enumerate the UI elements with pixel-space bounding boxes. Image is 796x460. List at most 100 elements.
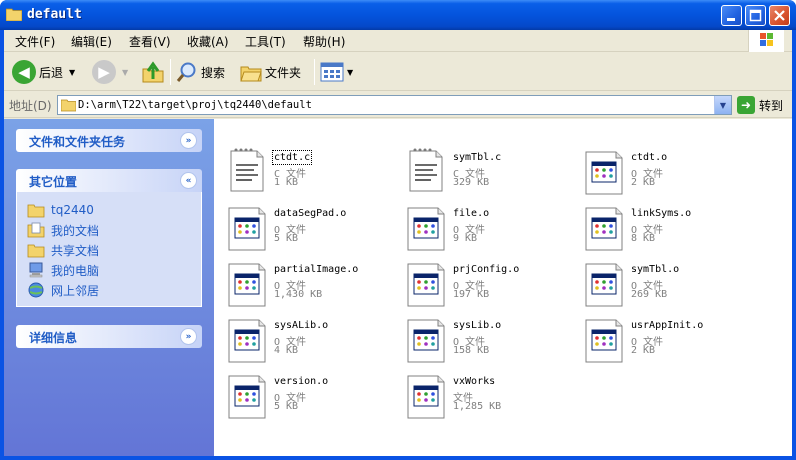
windows-logo xyxy=(748,30,784,52)
object-file-icon xyxy=(227,204,267,252)
file-item[interactable]: linkSyms.o O 文件 8 KB xyxy=(584,207,754,261)
file-size: 5 KB xyxy=(274,233,299,244)
menu-help[interactable]: 帮助(H) xyxy=(300,33,348,50)
address-dropdown-button[interactable]: ▼ xyxy=(714,96,731,114)
go-button[interactable]: ➜ 转到 xyxy=(737,96,783,114)
task-pane: 文件和文件夹任务 » 其它位置 « tq2440 我的文档共享文档我的电脑网上邻居… xyxy=(4,119,214,456)
expand-chevron-icon[interactable]: » xyxy=(180,132,197,149)
file-item[interactable]: usrAppInit.o O 文件 2 KB xyxy=(584,319,754,373)
file-item[interactable]: version.o O 文件 5 KB xyxy=(227,375,397,429)
file-name: symTbl.c xyxy=(453,152,502,163)
folders-button[interactable]: 文件夹 xyxy=(240,57,301,87)
other-places-body: tq2440 我的文档共享文档我的电脑网上邻居 xyxy=(16,192,202,307)
file-tasks-title: 文件和文件夹任务 xyxy=(29,135,126,149)
details-panel: 详细信息 » xyxy=(16,325,202,348)
details-header[interactable]: 详细信息 » xyxy=(16,325,202,348)
views-icon xyxy=(320,62,344,82)
close-button[interactable] xyxy=(769,5,790,26)
views-button[interactable]: ▼ xyxy=(320,57,353,87)
menu-tools[interactable]: 工具(T) xyxy=(242,33,289,50)
file-tasks-header[interactable]: 文件和文件夹任务 » xyxy=(16,129,202,152)
file-size: 1,430 KB xyxy=(274,289,323,300)
other-places-panel: 其它位置 « tq2440 我的文档共享文档我的电脑网上邻居 xyxy=(16,169,202,307)
place-link-3[interactable]: 我的电脑 xyxy=(27,260,201,280)
place-link-0[interactable]: tq2440 xyxy=(27,200,201,220)
explorer-window: default 文件(F) 编辑(E) 查看(V) 收藏(A) 工具(T) 帮助… xyxy=(0,0,796,460)
place-link-1[interactable]: 我的文档 xyxy=(27,220,201,240)
address-bar: 地址(D) D:\arm\T22\target\proj\tq2440\defa… xyxy=(4,92,792,118)
file-name: prjConfig.o xyxy=(453,264,520,275)
views-dropdown-icon[interactable]: ▼ xyxy=(347,68,353,77)
toolbar: ◀ 后退 ▼ ▶ ▼ 搜索 文件夹 ▼ xyxy=(4,53,792,91)
menu-favorites[interactable]: 收藏(A) xyxy=(184,33,232,50)
file-tasks-panel: 文件和文件夹任务 » xyxy=(16,129,202,152)
object-file-icon xyxy=(584,204,624,252)
menu-bar: 文件(F) 编辑(E) 查看(V) 收藏(A) 工具(T) 帮助(H) xyxy=(4,30,792,52)
minimize-icon xyxy=(727,18,735,21)
file-item[interactable]: symTbl.o O 文件 269 KB xyxy=(584,263,754,317)
address-input[interactable]: D:\arm\T22\target\proj\tq2440\default ▼ xyxy=(57,95,732,115)
file-item[interactable]: sysALib.o O 文件 4 KB xyxy=(227,319,397,373)
file-size: 197 KB xyxy=(453,289,490,300)
file-item[interactable]: file.o O 文件 9 KB xyxy=(406,207,576,261)
file-name: file.o xyxy=(453,208,490,219)
menu-edit[interactable]: 编辑(E) xyxy=(68,33,115,50)
maximize-button[interactable] xyxy=(745,5,766,26)
close-icon xyxy=(774,10,785,21)
back-dropdown-icon[interactable]: ▼ xyxy=(69,68,75,77)
shared-folder-icon xyxy=(27,242,45,258)
title-bar[interactable]: default xyxy=(0,0,796,30)
search-icon xyxy=(176,62,196,82)
window-title: default xyxy=(27,7,82,22)
place-link-4[interactable]: 网上邻居 xyxy=(27,280,201,300)
c-source-file-icon xyxy=(227,145,267,193)
file-name: sysALib.o xyxy=(274,320,329,331)
address-path: D:\arm\T22\target\proj\tq2440\default xyxy=(78,99,312,111)
place-link-2[interactable]: 共享文档 xyxy=(27,240,201,260)
other-places-header[interactable]: 其它位置 « xyxy=(16,169,202,192)
forward-dropdown-icon[interactable]: ▼ xyxy=(122,68,128,77)
file-size: 2 KB xyxy=(631,345,656,356)
file-item[interactable]: vxWorks 文件 1,285 KB xyxy=(406,375,576,429)
minimize-button[interactable] xyxy=(721,5,742,26)
file-item[interactable]: sysLib.o O 文件 158 KB xyxy=(406,319,576,373)
collapse-chevron-icon[interactable]: « xyxy=(180,172,197,189)
file-name: linkSyms.o xyxy=(631,208,692,219)
folder-icon xyxy=(27,202,45,218)
search-button[interactable]: 搜索 xyxy=(176,57,225,87)
forward-arrow-icon: ▶ xyxy=(92,60,116,84)
back-button[interactable]: ◀ 后退 ▼ xyxy=(12,57,75,87)
file-item[interactable]: dataSegPad.o O 文件 5 KB xyxy=(227,207,397,261)
file-item[interactable]: ctdt.c C 文件 1 KB xyxy=(227,148,397,205)
object-file-icon xyxy=(406,204,446,252)
file-size: 5 KB xyxy=(274,401,299,412)
file-name: ctdt.o xyxy=(631,152,668,163)
place-label: 网上邻居 xyxy=(51,283,100,298)
place-label: 我的电脑 xyxy=(51,263,100,278)
menu-file[interactable]: 文件(F) xyxy=(12,33,58,50)
c-source-file-icon xyxy=(406,145,446,193)
expand-chevron-icon[interactable]: » xyxy=(180,328,197,345)
up-folder-button[interactable] xyxy=(142,57,164,87)
object-file-icon xyxy=(406,260,446,308)
file-item[interactable]: partialImage.o O 文件 1,430 KB xyxy=(227,263,397,317)
other-places-title: 其它位置 xyxy=(29,175,78,189)
object-file-icon xyxy=(406,316,446,364)
file-item[interactable]: prjConfig.o O 文件 197 KB xyxy=(406,263,576,317)
window-client: 文件(F) 编辑(E) 查看(V) 收藏(A) 工具(T) 帮助(H) ◀ 后退… xyxy=(4,30,792,456)
file-item[interactable]: ctdt.o O 文件 2 KB xyxy=(584,151,754,205)
menu-view[interactable]: 查看(V) xyxy=(126,33,174,50)
file-size: 269 KB xyxy=(631,289,668,300)
file-name: sysLib.o xyxy=(453,320,502,331)
file-name: symTbl.o xyxy=(631,264,680,275)
go-arrow-icon: ➜ xyxy=(737,96,755,114)
place-label: 我的文档 xyxy=(51,223,100,238)
file-list: ctdt.c C 文件 1 KB symTbl.c C 文件 329 KB ctdt.o O … xyxy=(214,119,792,456)
file-item[interactable]: symTbl.c C 文件 329 KB xyxy=(406,148,576,205)
file-name: dataSegPad.o xyxy=(274,208,347,219)
object-file-icon xyxy=(584,148,624,196)
forward-button[interactable]: ▶ ▼ xyxy=(92,57,128,87)
windows-flag-icon xyxy=(760,33,773,46)
go-label: 转到 xyxy=(759,98,784,113)
details-title: 详细信息 xyxy=(29,331,78,345)
